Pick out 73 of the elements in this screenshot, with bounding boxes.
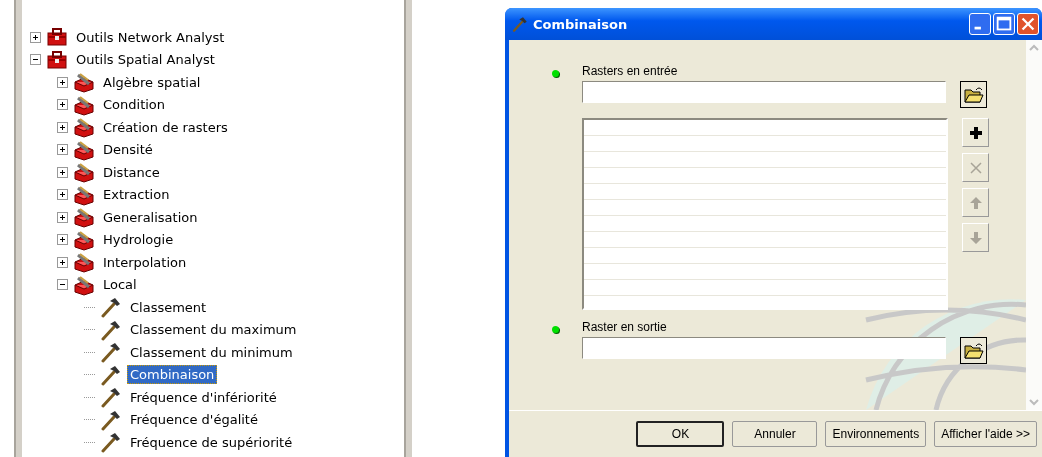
tree-item[interactable]: Densité <box>100 140 156 160</box>
tree-item[interactable]: Interpolation <box>100 252 190 272</box>
tree-item[interactable]: Fréquence d'infériorité <box>127 387 280 407</box>
toolset-icon <box>72 116 96 139</box>
tree-item[interactable]: Classement du maximum <box>127 320 300 340</box>
toolset-icon <box>72 93 96 116</box>
tree-item[interactable]: Condition <box>100 95 169 115</box>
dialog-button[interactable]: Afficher l'aide >> <box>934 421 1037 447</box>
expand-icon[interactable] <box>57 166 68 178</box>
arrow-down-icon <box>969 231 982 244</box>
tree-item[interactable]: Distance <box>100 162 163 182</box>
expand-icon[interactable] <box>57 189 68 201</box>
tree-item[interactable]: Création de rasters <box>100 117 231 137</box>
expand-icon[interactable] <box>30 31 41 43</box>
close-icon <box>1021 17 1035 31</box>
collapse-icon[interactable] <box>30 54 41 66</box>
expand-icon[interactable] <box>57 76 68 88</box>
maximize-button[interactable] <box>993 13 1015 35</box>
close-button[interactable] <box>1017 13 1039 35</box>
hammer-icon <box>99 341 123 364</box>
cross-icon <box>969 161 982 174</box>
browse-button[interactable] <box>960 337 987 364</box>
tree-item[interactable]: Algèbre spatial <box>100 72 204 92</box>
expand-icon[interactable] <box>57 211 68 223</box>
tree-item[interactable]: Fréquence de supériorité <box>127 432 296 452</box>
toolset-icon <box>72 161 96 184</box>
expand-icon[interactable] <box>57 99 68 111</box>
tree-item[interactable]: Combinaison <box>127 365 218 385</box>
tree-item[interactable]: Generalisation <box>100 207 201 227</box>
minimize-icon <box>974 26 981 30</box>
dialog-button[interactable]: OK <box>636 421 725 447</box>
toolset-icon <box>72 228 96 251</box>
expand-icon[interactable] <box>57 121 68 133</box>
hammer-icon <box>99 408 123 431</box>
field-label: Raster en sortie <box>582 320 668 334</box>
tree-item[interactable]: Classement du minimum <box>127 342 296 362</box>
expand-icon[interactable] <box>57 234 68 246</box>
maximize-icon <box>996 16 1012 31</box>
toolbox-icon <box>45 26 69 49</box>
add-button[interactable] <box>962 118 989 147</box>
input-field[interactable] <box>582 81 946 103</box>
tree-item[interactable]: Hydrologie <box>100 230 177 250</box>
toolset-icon <box>72 138 96 161</box>
field-label: Rasters en entrée <box>582 64 679 78</box>
hammer-icon <box>511 15 529 33</box>
toolset-icon <box>72 251 96 274</box>
minimize-button[interactable] <box>969 13 991 35</box>
hammer-icon <box>99 363 123 386</box>
toolset-icon <box>72 183 96 206</box>
input-field[interactable] <box>582 337 946 359</box>
toolbox-icon <box>45 48 69 71</box>
expand-icon[interactable] <box>57 256 68 268</box>
tree-item[interactable]: Outils Spatial Analyst <box>73 50 218 70</box>
toolset-icon <box>72 206 96 229</box>
hammer-icon <box>99 431 123 454</box>
collapse-icon[interactable] <box>57 279 68 291</box>
tree-item[interactable]: Extraction <box>100 185 173 205</box>
hammer-icon <box>99 386 123 409</box>
toolset-icon <box>72 71 96 94</box>
window-title: Combinaison <box>533 16 629 32</box>
expand-icon[interactable] <box>57 144 68 156</box>
hammer-icon <box>99 296 123 319</box>
tree-item[interactable]: Outils Network Analyst <box>73 27 228 47</box>
tree-item[interactable]: Fréquence d'égalité <box>127 410 261 430</box>
plus-icon <box>967 124 984 141</box>
browse-button[interactable] <box>960 81 987 108</box>
arrow-up-icon <box>969 196 982 209</box>
dialog-button[interactable]: Annuler <box>732 421 818 447</box>
hammer-icon <box>99 318 123 341</box>
tree-item[interactable]: Local <box>100 275 140 295</box>
tree-item[interactable]: Classement <box>127 297 210 317</box>
dialog-button[interactable]: Environnements <box>825 421 927 447</box>
toolset-icon <box>72 273 96 296</box>
